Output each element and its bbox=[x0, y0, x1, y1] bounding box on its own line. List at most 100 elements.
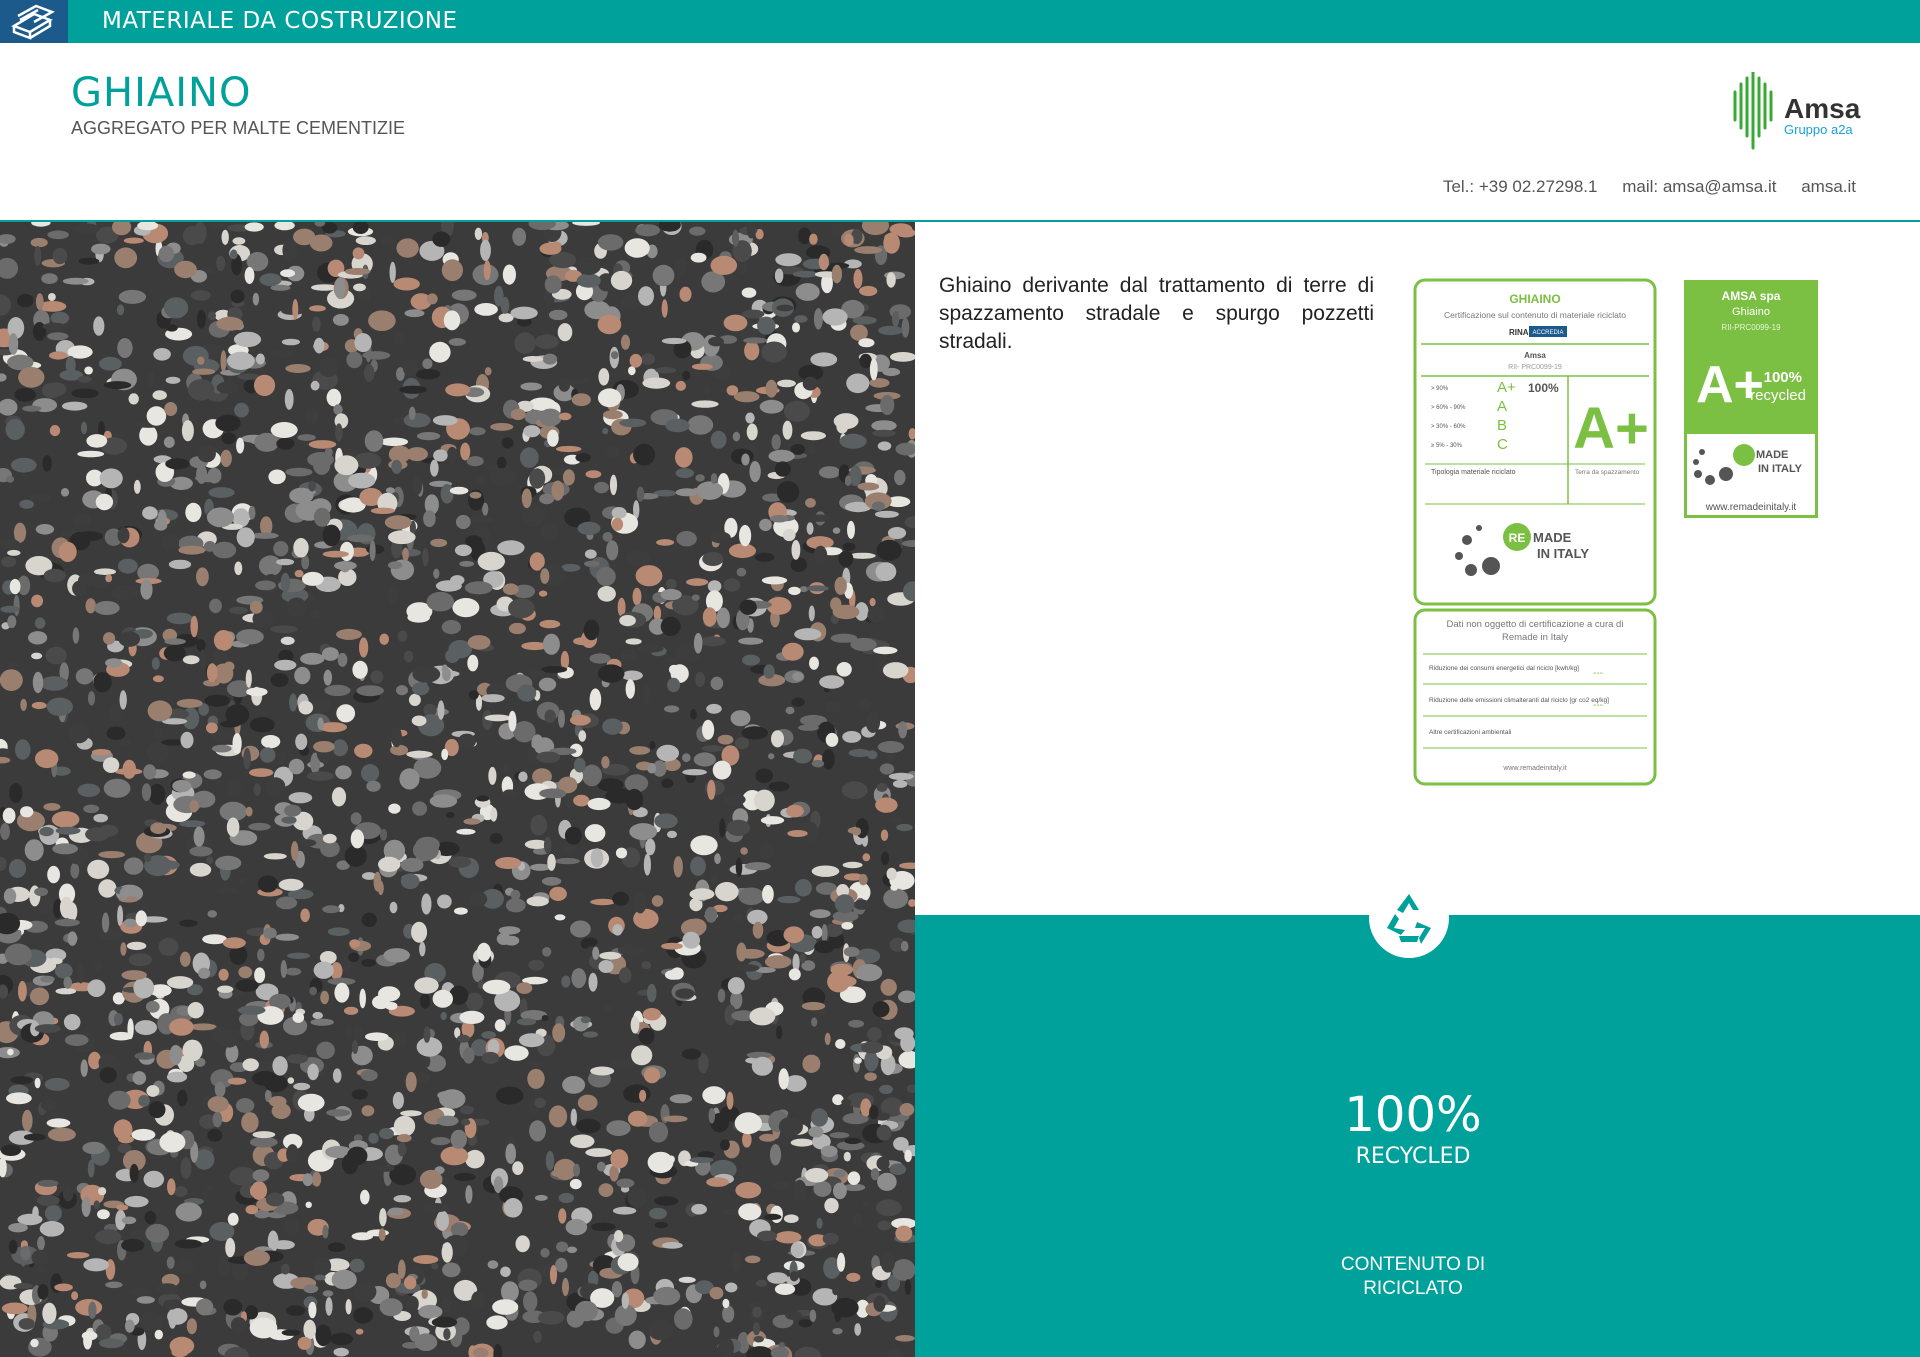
gravel-stone bbox=[562, 1076, 586, 1094]
gravel-stone bbox=[732, 431, 741, 442]
gravel-stone bbox=[351, 1089, 368, 1100]
gravel-stone bbox=[99, 356, 122, 371]
gravel-stone bbox=[820, 1145, 838, 1158]
gravel-stone bbox=[253, 374, 276, 397]
gravel-stone bbox=[761, 576, 788, 585]
gravel-stone bbox=[653, 1286, 681, 1306]
gravel-stone bbox=[218, 887, 239, 894]
gravel-stone bbox=[99, 1338, 124, 1349]
small-website[interactable]: www.remadeinitaly.it bbox=[1705, 502, 1797, 513]
gravel-stone bbox=[272, 1056, 288, 1076]
gravel-stone bbox=[896, 823, 913, 832]
gravel-stone bbox=[667, 830, 677, 839]
gravel-stone bbox=[869, 1105, 879, 1120]
gravel-stone bbox=[892, 779, 908, 788]
contact-mail[interactable]: mail: amsa@amsa.it bbox=[1622, 177, 1776, 196]
gravel-stone bbox=[742, 654, 760, 666]
gravel-stone bbox=[94, 568, 116, 575]
gravel-stone bbox=[430, 459, 439, 477]
gravel-stone bbox=[606, 540, 619, 561]
gravel-stone bbox=[128, 1288, 151, 1297]
gravel-stone bbox=[587, 797, 611, 811]
gravel-stone bbox=[508, 710, 517, 732]
gravel-stone bbox=[847, 520, 855, 539]
gravel-stone bbox=[313, 961, 334, 979]
gravel-stone bbox=[50, 311, 70, 325]
gravel-stone bbox=[678, 1276, 696, 1283]
gravel-stone bbox=[399, 768, 420, 790]
gravel-stone bbox=[390, 744, 409, 756]
gravel-stone bbox=[719, 818, 726, 838]
gravel-stone bbox=[555, 445, 582, 453]
gravel-stone bbox=[91, 749, 111, 756]
gravel-stone bbox=[691, 1203, 707, 1215]
gravel-stone bbox=[348, 952, 360, 963]
gravel-stone bbox=[426, 293, 438, 305]
gravel-stone bbox=[881, 851, 890, 866]
gravel-stone bbox=[689, 1157, 714, 1163]
gravel-stone bbox=[867, 1027, 882, 1042]
gravel-stone bbox=[787, 830, 808, 837]
gravel-stone bbox=[574, 1300, 598, 1322]
gravel-stone bbox=[278, 749, 286, 765]
gravel-stone bbox=[1, 1302, 28, 1315]
gravel-stone bbox=[529, 468, 546, 489]
gravel-stone bbox=[857, 482, 880, 491]
gravel-stone bbox=[862, 1200, 869, 1207]
gravel-stone bbox=[898, 990, 915, 1003]
gravel-stone bbox=[153, 348, 171, 361]
gravel-stone bbox=[75, 668, 94, 685]
gravel-stone bbox=[55, 988, 77, 995]
gravel-stone bbox=[620, 334, 631, 350]
gravel-stone bbox=[597, 314, 622, 335]
gravel-stone bbox=[121, 1216, 137, 1225]
gravel-stone bbox=[293, 228, 316, 246]
gravel-stone bbox=[27, 631, 48, 645]
gravel-stone bbox=[795, 283, 820, 301]
gravel-stone bbox=[613, 1230, 624, 1243]
gravel-stone bbox=[121, 970, 147, 981]
small-code: RII-PRC0099-19 bbox=[1721, 323, 1781, 332]
gravel-stone bbox=[597, 664, 625, 683]
gravel-stone bbox=[322, 905, 340, 914]
gravel-stone bbox=[143, 853, 152, 862]
gravel-stone bbox=[152, 390, 167, 401]
gravel-stone bbox=[399, 385, 428, 394]
gravel-stone bbox=[343, 1006, 359, 1015]
gravel-stone bbox=[514, 332, 536, 354]
gravel-stone bbox=[207, 1096, 229, 1113]
gravel-stone bbox=[243, 747, 251, 770]
gravel-stone bbox=[102, 757, 120, 773]
gravel-stone bbox=[119, 690, 127, 710]
gravel-stone bbox=[638, 286, 654, 306]
gravel-stone bbox=[522, 356, 544, 362]
cert-class: A bbox=[1497, 398, 1507, 415]
cert-website[interactable]: www.remadeinitaly.it bbox=[1502, 765, 1566, 772]
certificate-label: GHIAINO Certificazione sul contenuto di … bbox=[1413, 278, 1657, 786]
gravel-stone bbox=[751, 1056, 774, 1076]
gravel-stone bbox=[0, 823, 10, 840]
gravel-stone bbox=[824, 1198, 839, 1214]
gravel-stone bbox=[445, 812, 455, 819]
gravel-stone bbox=[549, 1265, 558, 1285]
gravel-stone bbox=[598, 1183, 614, 1197]
gravel-stone bbox=[278, 878, 304, 891]
gravel-stone bbox=[380, 437, 409, 447]
gravel-stone bbox=[740, 847, 748, 855]
gravel-stone bbox=[576, 273, 601, 288]
gravel-stone bbox=[241, 1112, 259, 1133]
gravel-stone bbox=[117, 527, 130, 544]
gravel-stone bbox=[631, 1045, 653, 1066]
gravel-stone bbox=[833, 413, 859, 430]
gravel-stone bbox=[498, 926, 521, 935]
gravel-stone bbox=[225, 704, 250, 726]
gravel-stone bbox=[570, 920, 591, 938]
gravel-stone bbox=[359, 988, 367, 1009]
gravel-stone bbox=[697, 1151, 715, 1158]
gravel-stone bbox=[312, 1171, 322, 1187]
gravel-stone bbox=[435, 580, 462, 592]
gravel-stone bbox=[462, 1047, 475, 1064]
contact-website[interactable]: amsa.it bbox=[1801, 177, 1856, 196]
gravel-stone bbox=[249, 1317, 278, 1339]
gravel-stone bbox=[113, 1012, 123, 1026]
